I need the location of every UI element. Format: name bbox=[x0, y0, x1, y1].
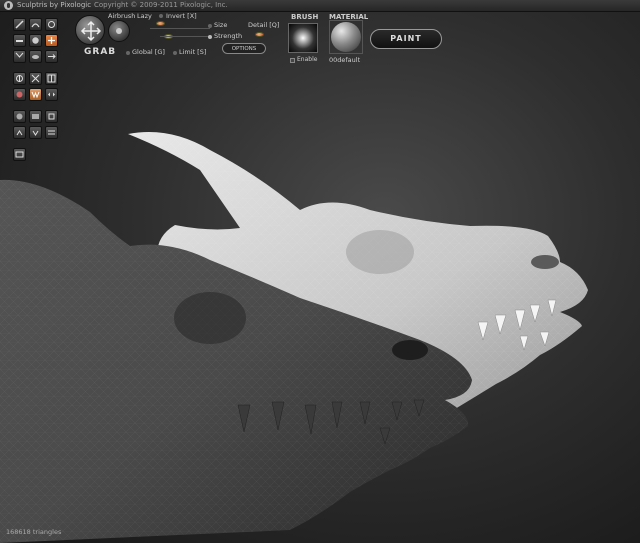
detail-label: Detail [Q] bbox=[248, 21, 280, 29]
size-indicator bbox=[208, 24, 212, 28]
sculptris-logo-icon bbox=[4, 1, 13, 10]
draw-icon[interactable] bbox=[13, 18, 26, 31]
material-name: 00default bbox=[329, 56, 361, 64]
size-slider-track[interactable] bbox=[150, 28, 210, 29]
limit-label[interactable]: Limit [S] bbox=[179, 48, 206, 56]
title-bar: Sculptris by Pixologic Copyright © 2009-… bbox=[0, 0, 640, 12]
paint-button[interactable]: PAINT bbox=[370, 29, 442, 49]
detail-slider-knob[interactable] bbox=[255, 32, 264, 37]
app-title: Sculptris by Pixologic bbox=[17, 1, 92, 9]
strength-label: Strength bbox=[214, 32, 243, 40]
material-thumbnail[interactable] bbox=[331, 22, 361, 52]
move-icon[interactable] bbox=[45, 50, 58, 63]
inflate-icon[interactable] bbox=[29, 34, 42, 47]
grab-tool-icon[interactable] bbox=[75, 15, 105, 45]
brush-heading: BRUSH bbox=[291, 13, 319, 21]
size-label: Size bbox=[214, 21, 228, 29]
airbrush-label[interactable]: Airbrush bbox=[108, 12, 135, 20]
pinch-icon[interactable] bbox=[13, 50, 26, 63]
global-checkbox[interactable] bbox=[126, 51, 130, 55]
brush-enable-checkbox[interactable] bbox=[290, 58, 295, 63]
rotate-icon[interactable] bbox=[45, 18, 58, 31]
flatten-icon[interactable] bbox=[13, 34, 26, 47]
smooth-icon[interactable] bbox=[29, 50, 42, 63]
lazy-slider-knob[interactable] bbox=[156, 21, 165, 26]
grab-icon[interactable] bbox=[45, 34, 58, 47]
sculptris-window: Sculptris by Pixologic Copyright © 2009-… bbox=[0, 0, 640, 543]
strength-slider-track[interactable] bbox=[160, 36, 210, 37]
strength-indicator bbox=[208, 35, 212, 39]
brush-preview-icon[interactable] bbox=[108, 20, 130, 42]
crease-icon[interactable] bbox=[29, 18, 42, 31]
lazy-label[interactable]: Lazy bbox=[137, 12, 152, 20]
tool-name: GRAB bbox=[84, 47, 117, 57]
options-button[interactable]: OPTIONS bbox=[222, 43, 266, 54]
copyright-text: Copyright © 2009-2011 Pixologic, Inc. bbox=[94, 1, 228, 9]
limit-checkbox[interactable] bbox=[173, 51, 177, 55]
global-label[interactable]: Global [G] bbox=[132, 48, 165, 56]
viewport-3d[interactable] bbox=[0, 70, 640, 543]
invert-label[interactable]: Invert [X] bbox=[166, 12, 197, 20]
invert-checkbox[interactable] bbox=[159, 14, 163, 18]
triangle-count: 168618 triangles bbox=[6, 528, 62, 536]
brush-enable-label[interactable]: Enable bbox=[297, 56, 317, 64]
brush-thumbnail[interactable] bbox=[288, 23, 318, 53]
